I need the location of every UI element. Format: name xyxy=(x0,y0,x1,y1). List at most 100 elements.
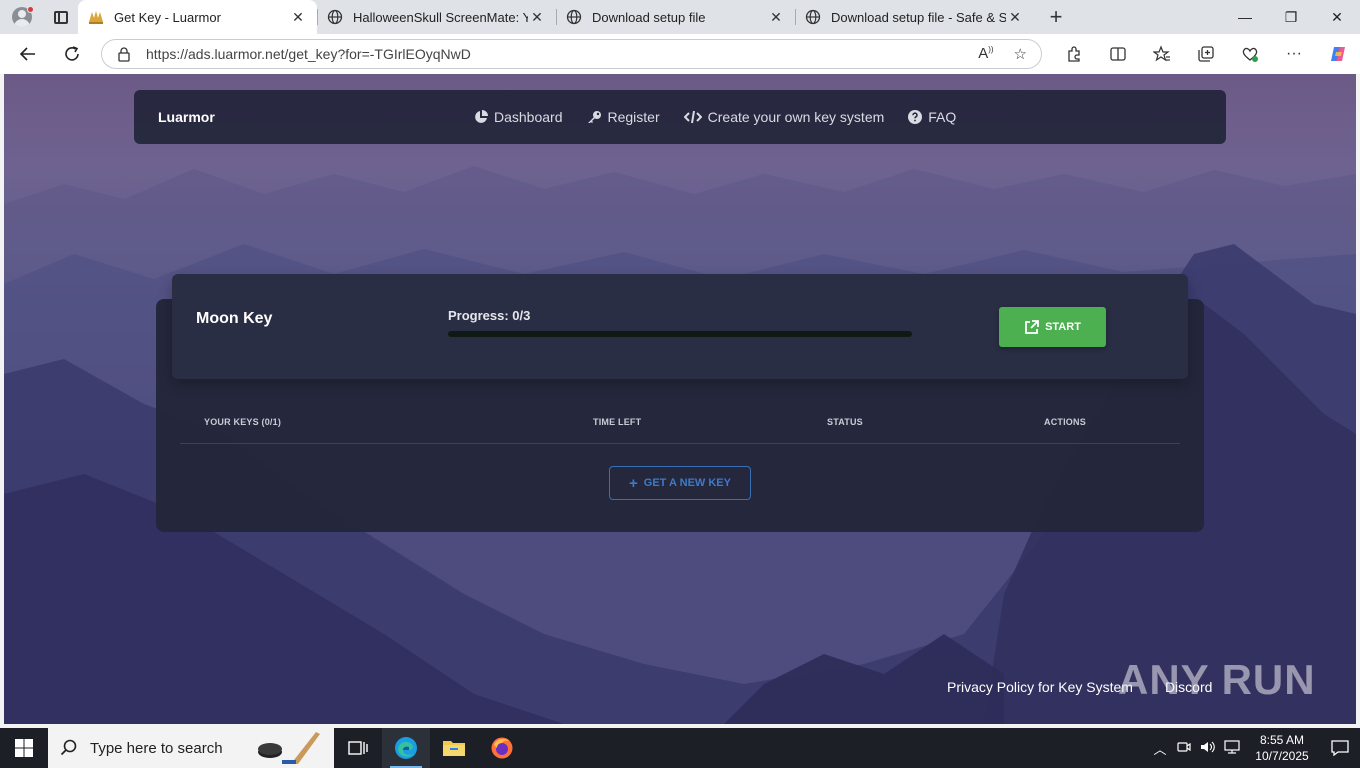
search-placeholder: Type here to search xyxy=(90,739,223,757)
firefox-icon xyxy=(491,737,513,759)
network-icon[interactable] xyxy=(1220,739,1244,757)
anyrun-watermark: ANY RUN xyxy=(1118,656,1316,704)
code-icon xyxy=(683,110,702,124)
collections-icon[interactable] xyxy=(1184,45,1228,63)
favorite-star-icon[interactable]: ☆ xyxy=(1014,45,1027,63)
get-new-key-label: GET A NEW KEY xyxy=(643,477,731,489)
header-actions: ACTIONS xyxy=(1044,417,1086,427)
notification-center-button[interactable] xyxy=(1320,740,1360,756)
external-link-icon xyxy=(1025,319,1039,334)
key-card-header: Moon Key Progress: 0/3 START xyxy=(172,274,1188,379)
browser-toolbar: https://ads.luarmor.net/get_key?for=-TGI… xyxy=(0,34,1360,74)
tab-download-setup[interactable]: Download setup file ✕ xyxy=(556,0,795,34)
show-hidden-icons[interactable]: ︿ xyxy=(1148,739,1172,758)
system-tray: ︿ 8:55 AM 10/7/2025 xyxy=(1148,728,1360,768)
notification-icon xyxy=(1331,740,1349,756)
close-window-button[interactable]: ✕ xyxy=(1314,0,1360,34)
luarmor-icon xyxy=(88,9,104,25)
search-icon xyxy=(60,739,77,756)
brand-logo-text[interactable]: Luarmor xyxy=(158,109,215,125)
nav-register[interactable]: Register xyxy=(587,109,660,125)
taskbar-clock[interactable]: 8:55 AM 10/7/2025 xyxy=(1244,732,1320,764)
taskbar-file-explorer[interactable] xyxy=(430,728,478,768)
tab-title: Get Key - Luarmor xyxy=(114,9,221,25)
nav-create-key-system-label: Create your own key system xyxy=(707,109,885,125)
tab-title: Download setup file - Safe & Secu xyxy=(831,9,1006,25)
key-name: Moon Key xyxy=(196,310,273,327)
nav-dashboard-label: Dashboard xyxy=(494,109,563,125)
close-tab-icon[interactable]: ✕ xyxy=(528,9,546,26)
windows-taskbar: Type here to search ︿ 8:55 AM 10/7/2025 xyxy=(0,728,1360,768)
url-text[interactable]: https://ads.luarmor.net/get_key?for=-TGI… xyxy=(146,46,978,62)
restore-button[interactable]: ❐ xyxy=(1268,0,1314,34)
key-icon xyxy=(587,111,601,123)
tab-get-key[interactable]: Get Key - Luarmor ✕ xyxy=(78,0,317,34)
taskbar-edge[interactable] xyxy=(382,728,430,768)
volume-icon[interactable] xyxy=(1196,740,1220,757)
minimize-button[interactable]: — xyxy=(1222,0,1268,34)
clock-date: 10/7/2025 xyxy=(1255,749,1309,763)
tab-actions-icon xyxy=(54,10,68,24)
extensions-icon[interactable] xyxy=(1052,45,1096,63)
get-new-key-button[interactable]: + GET A NEW KEY xyxy=(609,466,751,500)
split-screen-icon[interactable] xyxy=(1096,45,1140,63)
privacy-policy-link[interactable]: Privacy Policy for Key System xyxy=(947,679,1133,695)
close-tab-icon[interactable]: ✕ xyxy=(767,9,785,26)
globe-icon xyxy=(566,9,582,25)
site-navbar: Luarmor Dashboard Register Create your o… xyxy=(134,90,1226,144)
favorites-icon[interactable] xyxy=(1140,45,1184,63)
tab-halloween-skull[interactable]: HalloweenSkull ScreenMate: Your ✕ xyxy=(317,0,556,34)
tab-actions-button[interactable] xyxy=(44,0,78,34)
profile-button[interactable] xyxy=(0,0,44,34)
address-bar[interactable]: https://ads.luarmor.net/get_key?for=-TGI… xyxy=(101,39,1042,69)
close-tab-icon[interactable]: ✕ xyxy=(1006,9,1024,26)
more-options-icon[interactable]: ··· xyxy=(1272,45,1316,63)
header-your-keys: YOUR KEYS (0/1) xyxy=(204,417,282,427)
nav-register-label: Register xyxy=(607,109,660,125)
table-divider xyxy=(180,443,1180,444)
tab-title: Download setup file xyxy=(592,9,706,25)
read-aloud-icon[interactable]: A)) xyxy=(978,45,993,63)
watermark-text: ANY RUN xyxy=(1118,656,1316,703)
nav-faq-label: FAQ xyxy=(928,109,957,125)
task-view-button[interactable] xyxy=(334,728,382,768)
taskbar-search[interactable]: Type here to search xyxy=(48,728,334,768)
question-circle-icon xyxy=(908,110,923,124)
header-time-left: TIME LEFT xyxy=(593,417,642,427)
plus-icon: + xyxy=(629,474,638,492)
start-button-label: START xyxy=(1045,321,1081,333)
progress-bar xyxy=(448,331,912,337)
meet-now-icon[interactable] xyxy=(1172,740,1196,757)
back-arrow-icon xyxy=(19,47,35,61)
page-viewport: Luarmor Dashboard Register Create your o… xyxy=(4,74,1356,724)
notification-dot xyxy=(27,6,34,13)
tab-download-setup-safe[interactable]: Download setup file - Safe & Secu ✕ xyxy=(795,0,1034,34)
close-tab-icon[interactable]: ✕ xyxy=(289,9,307,26)
back-button[interactable] xyxy=(6,34,50,74)
refresh-button[interactable] xyxy=(50,34,94,74)
windows-logo-icon xyxy=(15,739,33,757)
folder-icon xyxy=(443,741,465,756)
hockey-search-highlight-icon xyxy=(258,732,320,764)
header-status: STATUS xyxy=(827,417,863,427)
progress-label: Progress: 0/3 xyxy=(448,308,531,323)
clock-time: 8:55 AM xyxy=(1259,733,1305,747)
nav-dashboard[interactable]: Dashboard xyxy=(474,109,563,125)
task-view-icon xyxy=(348,741,368,755)
globe-icon xyxy=(805,9,821,25)
tab-title: HalloweenSkull ScreenMate: Your xyxy=(353,9,528,25)
site-info-icon[interactable] xyxy=(102,46,146,62)
start-button[interactable]: START xyxy=(999,307,1106,347)
browser-essentials-icon[interactable] xyxy=(1228,45,1272,63)
new-tab-button[interactable]: + xyxy=(1034,0,1078,34)
start-button-windows[interactable] xyxy=(0,728,48,768)
nav-create-key-system[interactable]: Create your own key system xyxy=(683,109,885,125)
edge-icon xyxy=(395,737,417,759)
copilot-icon[interactable] xyxy=(1316,44,1360,64)
window-controls: — ❐ ✕ xyxy=(1222,0,1360,34)
browser-tab-strip: Get Key - Luarmor ✕ HalloweenSkull Scree… xyxy=(0,0,1360,34)
refresh-icon xyxy=(65,46,79,61)
nav-faq[interactable]: FAQ xyxy=(908,109,956,125)
taskbar-firefox[interactable] xyxy=(478,728,526,768)
pie-chart-icon xyxy=(475,110,488,123)
